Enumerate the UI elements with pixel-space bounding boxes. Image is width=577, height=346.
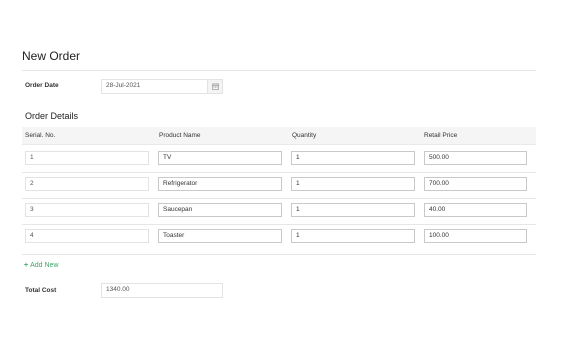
- column-header-quantity: Quantity: [292, 132, 317, 139]
- calendar-icon: [212, 83, 219, 90]
- order-date-label: Order Date: [25, 82, 59, 89]
- total-cost-label: Total Cost: [25, 287, 57, 294]
- serial-input[interactable]: 2: [25, 177, 149, 191]
- quantity-input[interactable]: 1: [291, 151, 415, 165]
- quantity-input[interactable]: 1: [291, 203, 415, 217]
- plus-icon: +: [24, 262, 29, 269]
- product-name-input[interactable]: Toaster: [158, 229, 282, 243]
- quantity-input[interactable]: 1: [291, 177, 415, 191]
- retail-price-input[interactable]: 500.00: [424, 151, 527, 165]
- serial-input[interactable]: 4: [25, 229, 149, 243]
- serial-input[interactable]: 1: [25, 151, 149, 165]
- quantity-input[interactable]: 1: [291, 229, 415, 243]
- serial-input[interactable]: 3: [25, 203, 149, 217]
- table-header: Serial. No. Product Name Quantity Retail…: [22, 127, 536, 145]
- row-divider: [22, 172, 536, 173]
- retail-price-input[interactable]: 40.00: [424, 203, 527, 217]
- total-cost-input[interactable]: 1340.00: [101, 283, 223, 298]
- product-name-input[interactable]: Refrigerator: [158, 177, 282, 191]
- product-name-input[interactable]: Saucepan: [158, 203, 282, 217]
- row-divider: [22, 198, 536, 199]
- row-divider: [22, 224, 536, 225]
- order-date-input[interactable]: 28-Jul-2021: [101, 79, 208, 94]
- column-header-product: Product Name: [159, 132, 201, 139]
- row-divider: [22, 254, 536, 255]
- product-name-input[interactable]: TV: [158, 151, 282, 165]
- column-header-serial: Serial. No.: [25, 132, 56, 139]
- add-new-link[interactable]: + Add New: [24, 262, 59, 269]
- order-details-title: Order Details: [25, 111, 79, 121]
- new-order-form: New Order Order Date 28-Jul-2021 Order D…: [0, 0, 577, 346]
- calendar-button[interactable]: [207, 79, 223, 94]
- add-new-label: Add New: [30, 262, 59, 269]
- column-header-price: Retail Price: [424, 132, 458, 139]
- title-divider: [22, 70, 536, 71]
- retail-price-input[interactable]: 100.00: [424, 229, 527, 243]
- retail-price-input[interactable]: 700.00: [424, 177, 527, 191]
- page-title: New Order: [22, 49, 81, 63]
